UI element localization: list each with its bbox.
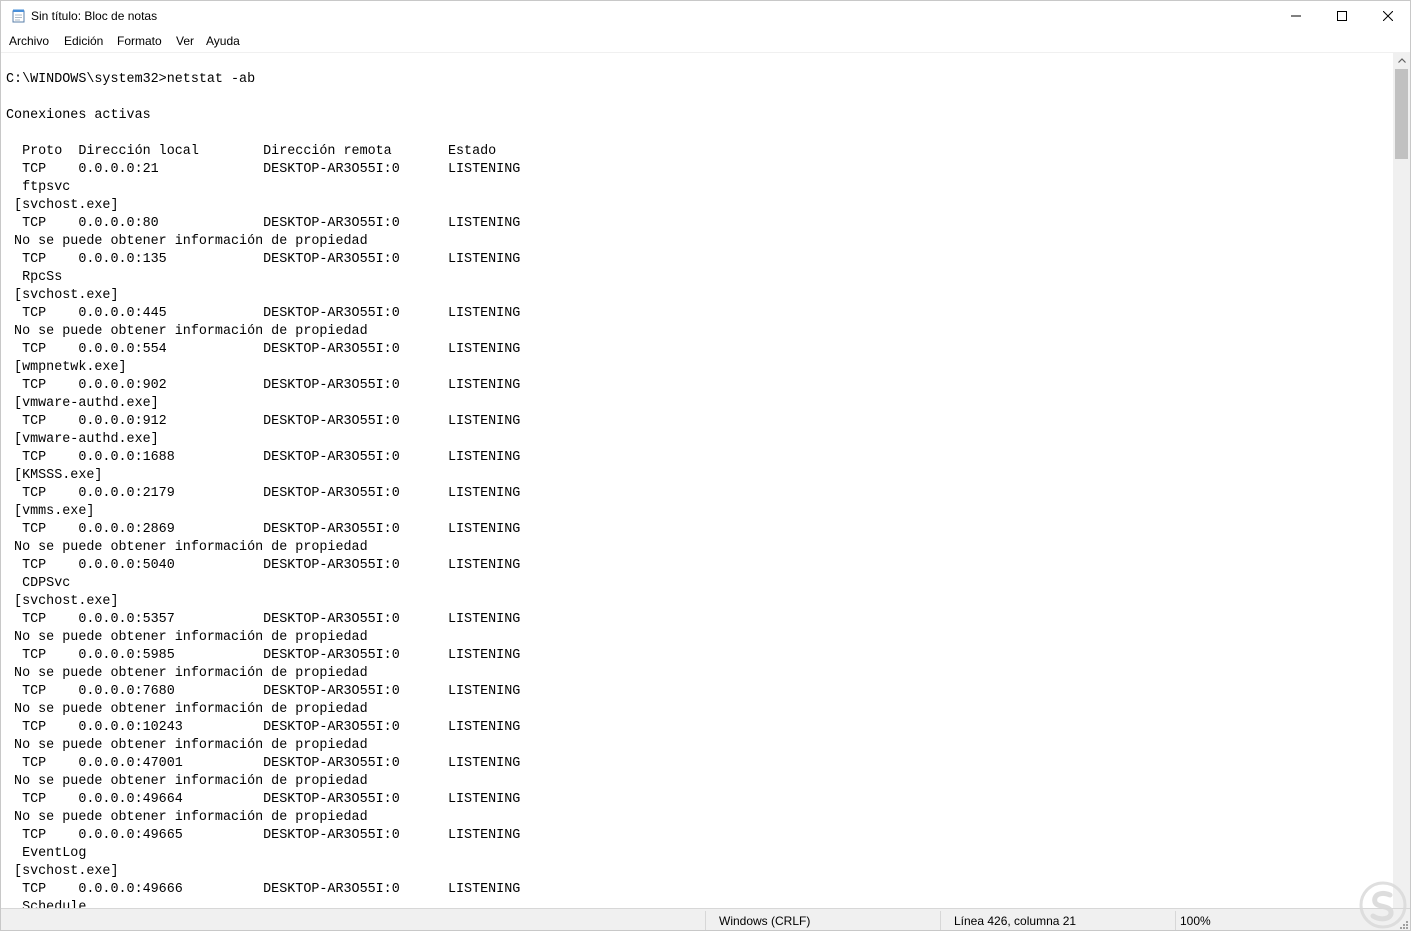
status-zoom: 100% — [1180, 914, 1211, 928]
vertical-scrollbar[interactable] — [1393, 52, 1410, 908]
menu-bar: Archivo Edición Formato Ver Ayuda — [1, 31, 1410, 51]
menu-ayuda[interactable]: Ayuda — [206, 34, 240, 48]
title-bar[interactable]: Sin título: Bloc de notas — [1, 1, 1410, 31]
notepad-window: Sin título: Bloc de notas Archivo Edició… — [0, 0, 1411, 931]
close-icon — [1383, 11, 1393, 21]
status-cursor-position: Línea 426, columna 21 — [954, 914, 1077, 928]
minimize-button[interactable] — [1273, 1, 1319, 31]
status-bar: Windows (CRLF) Línea 426, columna 21 100… — [1, 908, 1410, 930]
status-line-ending: Windows (CRLF) — [719, 914, 811, 928]
menu-ver[interactable]: Ver — [176, 34, 194, 48]
status-separator — [1175, 911, 1176, 930]
text-editor-area[interactable]: C:\WINDOWS\system32>netstat -ab Conexion… — [1, 52, 1393, 909]
menu-edicion[interactable]: Edición — [64, 34, 103, 48]
notepad-icon — [12, 9, 25, 23]
close-button[interactable] — [1365, 1, 1410, 31]
window-title: Sin título: Bloc de notas — [31, 9, 158, 23]
status-separator — [705, 911, 706, 930]
brand-logo-icon — [1359, 881, 1407, 929]
maximize-button[interactable] — [1319, 1, 1365, 31]
menu-archivo[interactable]: Archivo — [9, 34, 49, 48]
chevron-up-icon — [1397, 58, 1406, 63]
scroll-up-button[interactable] — [1393, 52, 1410, 69]
maximize-icon — [1337, 11, 1347, 21]
scroll-thumb[interactable] — [1395, 69, 1408, 159]
minimize-icon — [1291, 15, 1301, 17]
status-separator — [940, 911, 941, 930]
editor-content[interactable]: C:\WINDOWS\system32>netstat -ab Conexion… — [6, 71, 520, 909]
menu-formato[interactable]: Formato — [117, 34, 162, 48]
